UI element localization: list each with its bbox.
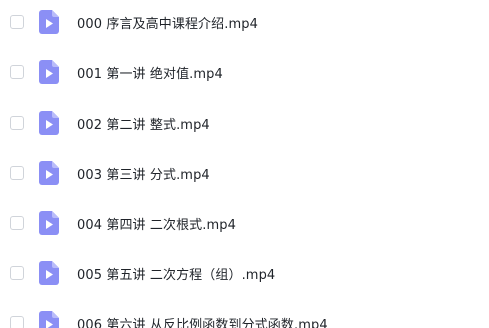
row-checkbox[interactable] (10, 266, 24, 280)
file-name[interactable]: 006 第六讲 从反比例函数到分式函数.mp4 (77, 314, 328, 328)
row-checkbox[interactable] (10, 216, 24, 230)
file-row[interactable]: 004 第四讲 二次根式.mp4 (0, 203, 489, 243)
file-list: 000 序言及高中课程介绍.mp4 001 第一讲 绝对值.mp4 002 第二… (0, 0, 489, 328)
video-file-icon (39, 211, 59, 235)
file-name[interactable]: 004 第四讲 二次根式.mp4 (77, 214, 236, 233)
file-name[interactable]: 003 第三讲 分式.mp4 (77, 164, 210, 183)
file-row[interactable]: 003 第三讲 分式.mp4 (0, 153, 489, 193)
file-row[interactable]: 002 第二讲 整式.mp4 (0, 103, 489, 143)
row-checkbox[interactable] (10, 316, 24, 328)
video-file-icon (39, 60, 59, 84)
file-name[interactable]: 000 序言及高中课程介绍.mp4 (77, 13, 258, 32)
video-file-icon (39, 311, 59, 328)
row-checkbox[interactable] (10, 15, 24, 29)
video-file-icon (39, 161, 59, 185)
video-file-icon (39, 10, 59, 34)
file-row[interactable]: 001 第一讲 绝对值.mp4 (0, 52, 489, 92)
row-checkbox[interactable] (10, 65, 24, 79)
file-row[interactable]: 000 序言及高中课程介绍.mp4 (0, 2, 489, 42)
file-name[interactable]: 002 第二讲 整式.mp4 (77, 114, 210, 133)
file-name[interactable]: 005 第五讲 二次方程（组）.mp4 (77, 264, 275, 283)
file-row[interactable]: 005 第五讲 二次方程（组）.mp4 (0, 253, 489, 293)
file-row[interactable]: 006 第六讲 从反比例函数到分式函数.mp4 (0, 303, 489, 328)
video-file-icon (39, 261, 59, 285)
row-checkbox[interactable] (10, 116, 24, 130)
video-file-icon (39, 111, 59, 135)
row-checkbox[interactable] (10, 166, 24, 180)
file-name[interactable]: 001 第一讲 绝对值.mp4 (77, 63, 223, 82)
